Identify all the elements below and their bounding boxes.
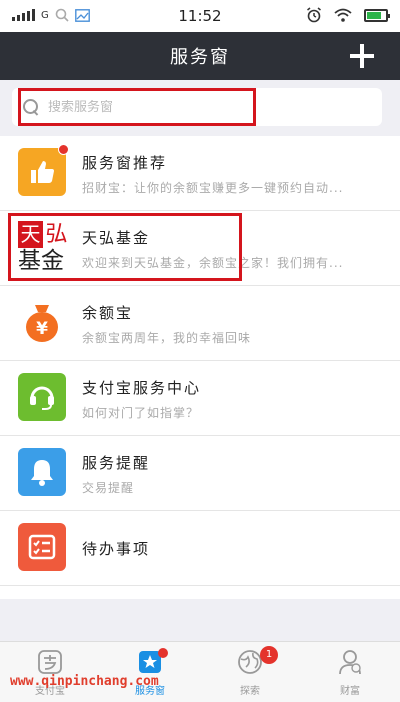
watermark-text: www.qinpinchang.com <box>10 674 159 689</box>
thumbs-up-icon <box>18 148 66 196</box>
todo-list-icon <box>18 523 66 571</box>
logo-text: 弘 <box>45 222 68 247</box>
wifi-icon <box>334 8 352 22</box>
tab-wealth[interactable]: 财富 <box>300 642 400 702</box>
service-item-title: 支付宝服务中心 <box>82 379 202 397</box>
tab-service-window[interactable]: 服务窗 <box>100 642 200 702</box>
svg-text:¥: ¥ <box>36 319 48 339</box>
status-bar: G 11:52 <box>0 0 400 32</box>
search-section <box>0 80 400 136</box>
yuan-bag-icon: ¥ <box>18 298 66 346</box>
list-background <box>0 599 400 641</box>
unread-dot <box>58 144 69 155</box>
tab-alipay[interactable]: 支付宝 <box>0 642 100 702</box>
service-item-subtitle: 招财宝：让你的余额宝赚更多一键预约自动... <box>82 181 344 195</box>
battery-icon <box>364 8 390 22</box>
tianhong-logo-icon: 天 弘 基金 <box>18 221 70 275</box>
status-right <box>306 7 390 23</box>
alipay-icon <box>38 650 62 674</box>
service-item-subtitle: 余额宝两周年，我的幸福回味 <box>82 331 252 345</box>
service-item-alipay-service[interactable]: 支付宝服务中心 如何对门了如指掌？ <box>0 361 400 436</box>
headset-icon <box>18 373 66 421</box>
tab-label: 探索 <box>240 686 260 697</box>
service-item-subtitle: 欢迎来到天弘基金，余额宝之家！我们拥有... <box>82 256 344 270</box>
service-item-todo[interactable]: 待办事项 <box>0 511 400 586</box>
service-item-tianhong[interactable]: 天 弘 基金 天弘基金 欢迎来到天弘基金，余额宝之家！我们拥有... <box>0 211 400 286</box>
explore-badge: 1 <box>260 646 278 664</box>
add-icon[interactable] <box>346 40 378 72</box>
tab-explore[interactable]: 1 探索 <box>200 642 300 702</box>
logo-text: 基金 <box>18 248 64 274</box>
service-item-title: 天弘基金 <box>82 229 151 247</box>
search-icon <box>22 98 40 116</box>
service-item-title: 服务提醒 <box>82 454 151 472</box>
tab-bar: 支付宝 服务窗 1 探索 财富 <box>0 641 400 702</box>
nav-bar: 服务窗 <box>0 32 400 80</box>
service-item-yuebao[interactable]: ¥ 余额宝 余额宝两周年，我的幸福回味 <box>0 286 400 361</box>
service-list: 服务窗推荐 招财宝：让你的余额宝赚更多一键预约自动... 天 弘 基金 天弘基金… <box>0 136 400 586</box>
service-item-recommend[interactable]: 服务窗推荐 招财宝：让你的余额宝赚更多一键预约自动... <box>0 136 400 211</box>
page-title: 服务窗 <box>170 47 230 68</box>
bell-icon <box>18 448 66 496</box>
service-item-remind[interactable]: 服务提醒 交易提醒 <box>0 436 400 511</box>
unread-dot <box>158 648 168 658</box>
service-item-title: 余额宝 <box>82 304 134 322</box>
service-item-title: 服务窗推荐 <box>82 154 168 172</box>
service-item-subtitle: 交易提醒 <box>82 481 135 495</box>
service-item-title: 待办事项 <box>82 540 151 558</box>
logo-text: 天 <box>18 221 43 248</box>
search-input[interactable] <box>48 99 348 115</box>
wealth-icon <box>339 650 361 675</box>
alarm-icon <box>307 7 321 23</box>
search-box[interactable] <box>12 88 382 126</box>
tab-label: 财富 <box>340 686 360 697</box>
service-item-subtitle: 如何对门了如指掌？ <box>82 406 200 420</box>
